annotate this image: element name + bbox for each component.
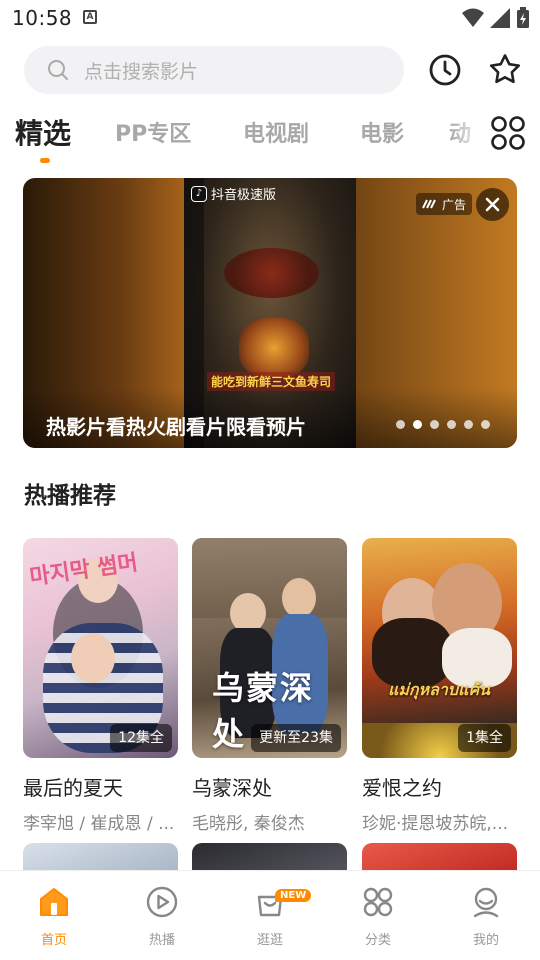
- status-time: 10:58: [12, 6, 73, 30]
- video-poster-partial[interactable]: [23, 843, 178, 873]
- banner-app-name: 抖音极速版: [211, 188, 277, 203]
- video-cast: 李宰旭 / 崔成恩 / ...: [23, 814, 175, 834]
- tab-movies[interactable]: 电影: [360, 116, 404, 148]
- banner-dish: [224, 248, 319, 298]
- tab-featured[interactable]: 精选: [15, 112, 71, 152]
- tab-indicator: [40, 158, 50, 163]
- nav-category-label: 分类: [364, 933, 391, 948]
- signal-icon: [490, 8, 510, 28]
- close-icon: [485, 197, 500, 212]
- nav-home-label: 首页: [40, 933, 67, 948]
- video-poster[interactable]: แม่กุหลาบแค้น 1集全: [362, 538, 517, 758]
- favorite-button[interactable]: [485, 50, 525, 90]
- banner-dot[interactable]: [447, 420, 456, 429]
- play-icon: [146, 886, 178, 918]
- notification-icon: A: [83, 10, 97, 24]
- douyin-icon: ♪: [191, 185, 207, 202]
- status-indicators: [462, 6, 530, 30]
- banner-dot[interactable]: [396, 420, 405, 429]
- video-title[interactable]: 最后的夏天: [23, 772, 178, 801]
- banner-dot[interactable]: [481, 420, 490, 429]
- ad-network-icon: [422, 199, 436, 209]
- nav-hot[interactable]: 热播: [127, 885, 197, 948]
- nav-profile[interactable]: 我的: [451, 885, 521, 948]
- search-bar[interactable]: 点击搜索影片: [24, 46, 404, 94]
- battery-icon: [517, 7, 529, 28]
- ad-label: 广告: [416, 193, 473, 215]
- banner-pagination: [396, 420, 490, 429]
- banner-food: [239, 318, 309, 378]
- home-icon: [40, 888, 68, 916]
- video-cast: 毛晓彤, 秦俊杰: [192, 814, 305, 834]
- grid-icon: [363, 887, 393, 917]
- episode-badge: 更新至23集: [251, 724, 341, 752]
- video-card[interactable]: 乌蒙深处 更新至23集 乌蒙深处 毛晓彤, 秦俊杰: [192, 538, 347, 834]
- video-poster[interactable]: 乌蒙深处 更新至23集: [192, 538, 347, 758]
- history-button[interactable]: [425, 50, 465, 90]
- banner-title: 热影片看热火剧看片限看预片: [46, 415, 306, 439]
- banner-close-button[interactable]: [476, 188, 509, 221]
- banner-app-tag: ♪ 抖音极速版: [191, 184, 276, 203]
- video-cast: 珍妮·提恩坡苏皖,...: [362, 814, 509, 834]
- video-card[interactable]: แม่กุหลาบแค้น 1集全 爱恨之约 珍妮·提恩坡苏皖,...: [362, 538, 517, 834]
- new-badge: NEW: [275, 889, 312, 902]
- all-categories-icon[interactable]: [490, 115, 526, 151]
- banner-dot-active[interactable]: [413, 420, 422, 429]
- banner-dot[interactable]: [464, 420, 473, 429]
- video-title[interactable]: 爱恨之约: [362, 772, 517, 801]
- ad-label-text: 广告: [442, 197, 467, 212]
- nav-category[interactable]: 分类: [343, 885, 413, 948]
- video-poster-partial[interactable]: [362, 843, 517, 873]
- video-poster-partial[interactable]: [192, 843, 347, 873]
- bottom-nav: 首页 热播 NEW 逛逛 分类 我的: [0, 870, 540, 960]
- video-poster[interactable]: 마지막 썸머 12集全: [23, 538, 178, 758]
- nav-browse-label: 逛逛: [256, 933, 283, 948]
- banner-ad[interactable]: ♪ 抖音极速版 能吃到新鲜三文鱼寿司 广告 热影片看热火剧看片限看预片: [23, 178, 517, 448]
- search-placeholder: 点击搜索影片: [84, 60, 199, 83]
- episode-badge: 12集全: [110, 724, 172, 752]
- status-bar: 10:58 A: [0, 0, 540, 36]
- nav-profile-label: 我的: [472, 933, 499, 948]
- video-title[interactable]: 乌蒙深处: [192, 772, 347, 801]
- tab-pp-zone[interactable]: PP专区: [115, 116, 191, 148]
- search-icon: [48, 60, 68, 80]
- poster-title-art: แม่กุหลาบแค้น: [388, 680, 490, 699]
- section-title-hot: 热播推荐: [24, 483, 116, 509]
- history-icon: [429, 54, 461, 86]
- tab-tv-series[interactable]: 电视剧: [243, 116, 309, 148]
- tabs-fade: [448, 108, 488, 168]
- nav-browse[interactable]: NEW 逛逛: [235, 885, 312, 948]
- episode-badge: 1集全: [458, 724, 511, 752]
- video-card[interactable]: 마지막 썸머 12集全 最后的夏天 李宰旭 / 崔成恩 / ...: [23, 538, 178, 834]
- favorite-icon: [489, 54, 521, 84]
- nav-home[interactable]: 首页: [19, 885, 89, 948]
- banner-dot[interactable]: [430, 420, 439, 429]
- wifi-icon: [462, 8, 484, 27]
- category-tabs: 精选 PP专区 电视剧 电影 动: [0, 108, 540, 168]
- profile-icon: [473, 887, 499, 918]
- nav-hot-label: 热播: [148, 933, 175, 948]
